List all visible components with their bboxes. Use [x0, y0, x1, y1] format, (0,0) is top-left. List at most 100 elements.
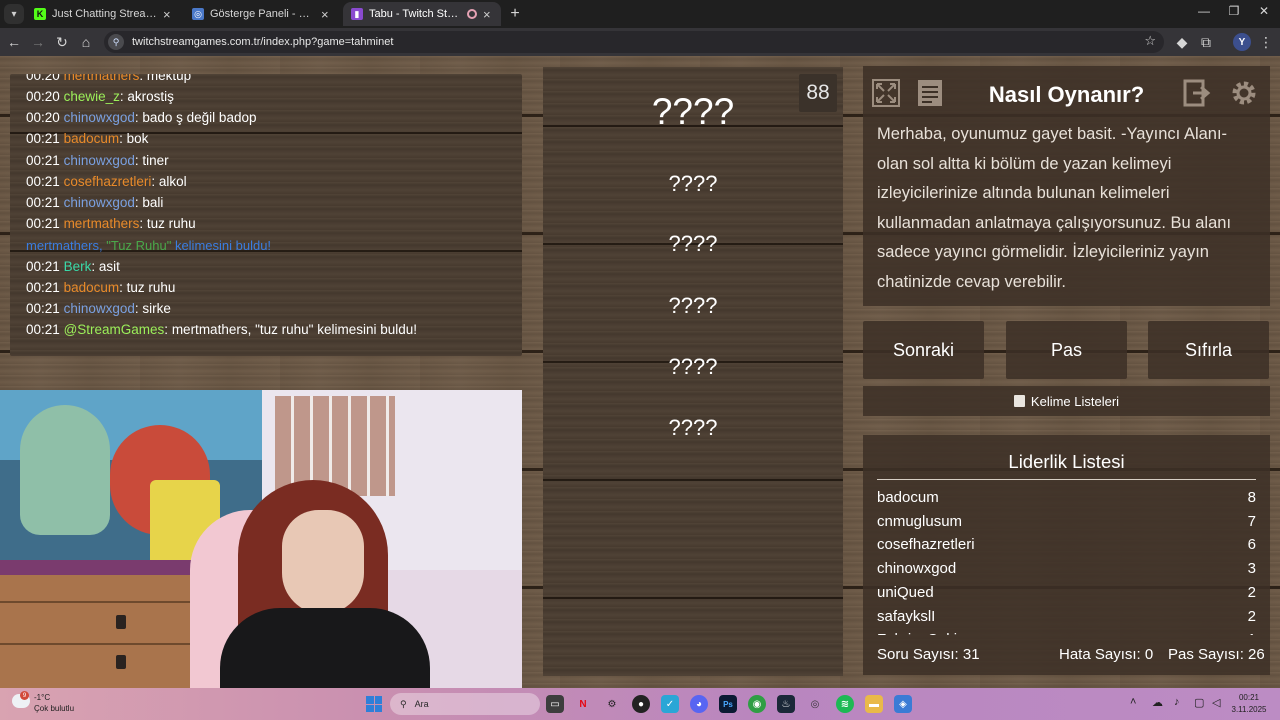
- bookmark-star-icon[interactable]: ☆: [1144, 33, 1156, 49]
- photoshop-icon[interactable]: Ps: [719, 695, 737, 713]
- player-score: 8: [1247, 489, 1256, 506]
- volume-icon[interactable]: ◁: [1212, 696, 1220, 709]
- taskbar-clock[interactable]: 00:21 3.11.2025: [1222, 692, 1276, 716]
- word-lists-button[interactable]: Kelime Listeleri: [863, 386, 1270, 416]
- task-view-icon[interactable]: ▭: [546, 695, 564, 713]
- chat-username[interactable]: chinowxgod: [64, 195, 135, 210]
- back-icon[interactable]: ←: [4, 32, 24, 52]
- player-name: chinowxgod: [877, 560, 957, 578]
- pass-button[interactable]: Pas: [1006, 321, 1127, 379]
- chat-username[interactable]: chinowxgod: [64, 301, 135, 316]
- chat-text: mertmathers, "tuz ruhu" kelimesini buldu…: [171, 322, 417, 338]
- tab-search-button[interactable]: ▾: [4, 4, 24, 24]
- hidden-taboo-word: ????: [668, 354, 718, 379]
- leaderboard-row: uniQued 2: [877, 584, 1256, 601]
- chat-message: 00:21 chinowxgod: tiner: [26, 152, 169, 168]
- chat-log: 00:20 mertmathers: mektup 00:20 chewie_z:…: [10, 74, 522, 356]
- chat-timestamp: 00:21: [26, 173, 60, 189]
- obs-icon[interactable]: ●: [632, 695, 650, 713]
- leaderboard-row: safaykslI 2: [877, 608, 1256, 625]
- search-icon: ⚲: [400, 698, 407, 709]
- chat-username[interactable]: Berk: [64, 259, 92, 274]
- mic-icon[interactable]: ♪: [1174, 696, 1180, 708]
- close-tab-icon[interactable]: ×: [483, 7, 493, 22]
- player-score: 2: [1247, 583, 1256, 601]
- steam-icon[interactable]: ♨: [777, 695, 795, 713]
- chat-username[interactable]: mertmathers: [64, 216, 140, 231]
- home-icon[interactable]: ⌂: [76, 32, 96, 52]
- taskbar-search[interactable]: ⚲ Ara: [390, 693, 540, 715]
- stream-deck-icon[interactable]: ✓: [661, 695, 679, 713]
- extension-icon[interactable]: ◆: [1172, 32, 1192, 52]
- start-button[interactable]: [366, 696, 382, 712]
- player-name: cnmuglusum: [877, 512, 963, 530]
- recording-indicator-icon: [467, 9, 477, 19]
- chat-username[interactable]: chinowxgod: [64, 153, 135, 168]
- chat-message: 00:20 chinowxgod: bado ş değil badop: [26, 110, 257, 126]
- app-icon[interactable]: ◎: [806, 695, 824, 713]
- onedrive-icon[interactable]: ☁: [1152, 696, 1163, 709]
- menu-dots-icon[interactable]: ⋮: [1256, 32, 1276, 52]
- chat-message: 00:21 chinowxgod: bali: [26, 195, 164, 210]
- netflix-icon[interactable]: N: [574, 695, 592, 713]
- reset-button[interactable]: Sıfırla: [1148, 321, 1269, 379]
- extensions-puzzle-icon[interactable]: ⧉: [1196, 32, 1216, 52]
- clock-date: 3.11.2025: [1231, 705, 1267, 714]
- network-icon[interactable]: ▢: [1194, 696, 1204, 709]
- chat-panel: 00:20 mertmathers: mektup 00:20 chewie_z:…: [10, 74, 522, 356]
- chat-text: tuz ruhu: [146, 216, 196, 232]
- restore-icon[interactable]: ❐: [1224, 4, 1244, 18]
- word-card: 88 ???? ???? ???? ???? ???? ????: [543, 67, 843, 676]
- tab-title: Gösterge Paneli - MissXss AI Bo: [210, 8, 315, 20]
- spotify-icon[interactable]: ≋: [836, 695, 854, 713]
- profile-avatar[interactable]: Y: [1233, 33, 1251, 51]
- close-tab-icon[interactable]: ×: [163, 7, 173, 22]
- gear-icon[interactable]: [1227, 76, 1261, 110]
- chat-message: 00:20 mertmathers: mektup: [26, 74, 191, 83]
- chat-text: bado ş değil badop: [142, 110, 257, 126]
- tab-tabu-game[interactable]: ▮ Tabu - Twitch Stream Game ×: [343, 2, 501, 26]
- chat-username[interactable]: chinowxgod: [64, 110, 135, 125]
- tray-overflow-icon[interactable]: ˄: [1130, 696, 1136, 708]
- chat-system-message: mertmathers, "Tuz Ruhu" kelimesini buldu…: [26, 238, 271, 253]
- chat-username[interactable]: mertmathers: [64, 74, 140, 83]
- minimize-icon[interactable]: —: [1194, 4, 1214, 18]
- game-page: 00:20 mertmathers: mektup 00:20 chewie_z:…: [0, 56, 1280, 688]
- player-name: cosefhazretleri: [877, 536, 975, 554]
- player-score: 3: [1247, 560, 1256, 578]
- tab-dashboard[interactable]: ◎ Gösterge Paneli - MissXss AI Bo ×: [184, 2, 339, 26]
- player-score: 7: [1247, 512, 1256, 530]
- chat-username[interactable]: @StreamGames: [64, 322, 165, 337]
- weather-description[interactable]: Çok bulutlu: [34, 704, 74, 713]
- close-tab-icon[interactable]: ×: [321, 7, 331, 22]
- leaderboard-row: chinowxgod 3: [877, 560, 1256, 577]
- reload-icon[interactable]: ↻: [52, 32, 72, 52]
- hidden-taboo-word: ????: [668, 293, 718, 318]
- tab-title: Tabu - Twitch Stream Game: [369, 8, 461, 20]
- weather-badge: 9: [20, 691, 29, 700]
- chat-username[interactable]: chewie_z: [64, 89, 120, 104]
- forward-icon[interactable]: →: [28, 32, 48, 52]
- chat-username[interactable]: cosefhazretleri: [64, 174, 152, 189]
- word-lists-label: Kelime Listeleri: [1030, 393, 1120, 409]
- steelseries-icon[interactable]: ⚙: [603, 695, 621, 713]
- chat-username[interactable]: badocum: [64, 280, 120, 295]
- discord-icon[interactable]: ◕: [690, 695, 708, 713]
- address-bar[interactable]: ⚲ twitchstreamgames.com.tr/index.php?gam…: [104, 31, 1164, 53]
- store-icon[interactable]: ◈: [894, 695, 912, 713]
- file-explorer-icon[interactable]: ▬: [865, 695, 883, 713]
- close-window-icon[interactable]: ✕: [1254, 4, 1274, 18]
- photo-wall: [275, 396, 395, 496]
- site-info-icon[interactable]: ⚲: [108, 34, 124, 50]
- next-button[interactable]: Sonraki: [863, 321, 984, 379]
- streamer-webcam: [0, 390, 522, 688]
- chat-message: 00:21 badocum: bok: [26, 131, 149, 147]
- url-text[interactable]: twitchstreamgames.com.tr/index.php?game=…: [132, 36, 393, 48]
- chrome-icon[interactable]: ◉: [748, 695, 766, 713]
- chat-username[interactable]: badocum: [64, 131, 120, 146]
- exit-icon[interactable]: [1181, 76, 1215, 110]
- chat-message: 00:20 chewie_z: akrostiş: [26, 89, 174, 104]
- weather-temperature[interactable]: -1°C: [34, 693, 50, 702]
- new-tab-button[interactable]: +: [505, 4, 525, 24]
- tab-just-chatting[interactable]: K Just Chatting Streaming - Live S ×: [26, 2, 181, 26]
